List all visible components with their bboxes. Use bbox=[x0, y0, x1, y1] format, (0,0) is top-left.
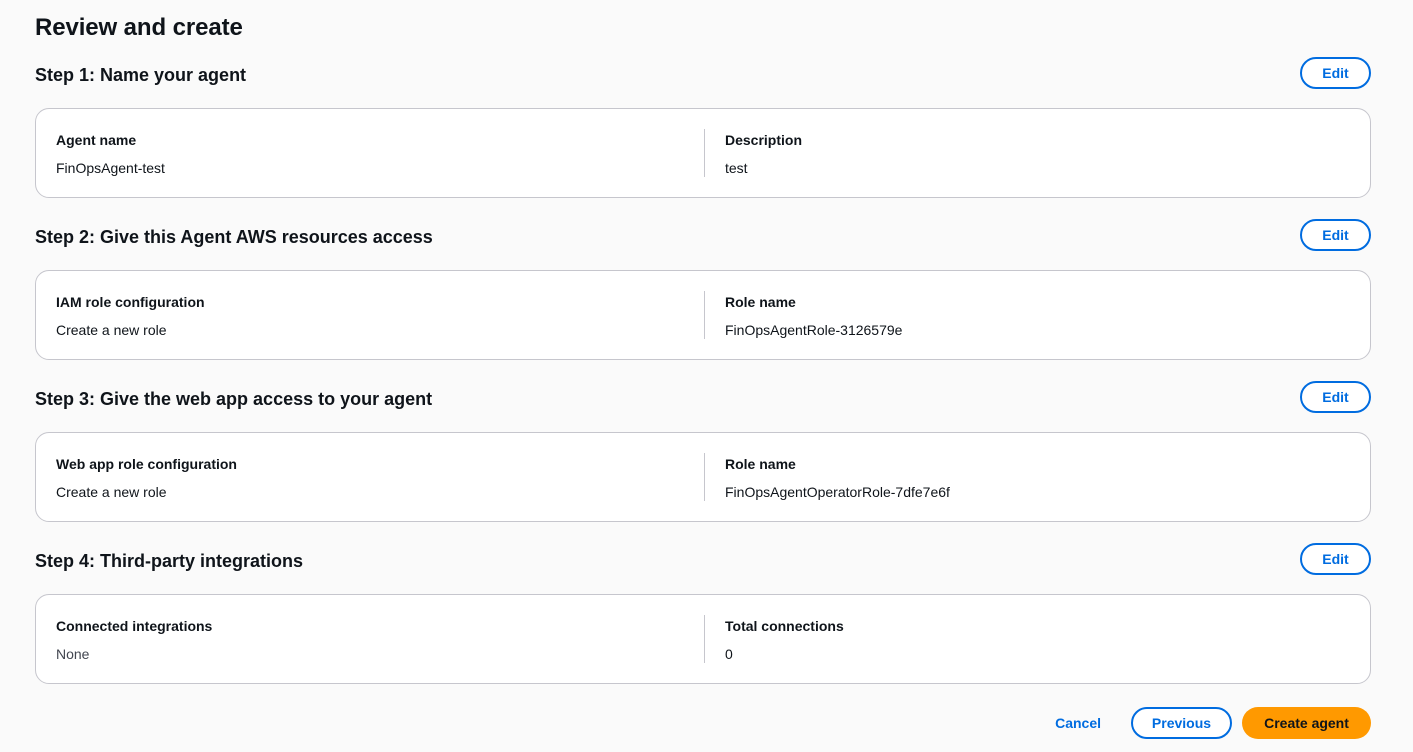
step-1-summary-card: Agent name FinOpsAgent-test Description … bbox=[35, 108, 1371, 198]
step-2-edit-button[interactable]: Edit bbox=[1300, 219, 1371, 251]
cancel-button[interactable]: Cancel bbox=[1035, 707, 1121, 739]
step-4-header: Step 4: Third-party integrations Edit bbox=[35, 543, 1371, 579]
web-app-role-name-value: FinOpsAgentOperatorRole-7dfe7e6f bbox=[725, 484, 950, 500]
iam-role-configuration-value: Create a new role bbox=[56, 322, 167, 338]
connected-integrations-field: Connected integrations None bbox=[56, 615, 212, 663]
create-agent-button[interactable]: Create agent bbox=[1242, 707, 1371, 739]
form-actions: Cancel Previous Create agent bbox=[1035, 707, 1371, 739]
total-connections-field: Total connections 0 bbox=[704, 615, 844, 663]
connected-integrations-value: None bbox=[56, 646, 90, 662]
iam-role-name-label: Role name bbox=[725, 294, 796, 310]
web-app-role-name-field: Role name FinOpsAgentOperatorRole-7dfe7e… bbox=[704, 453, 950, 501]
step-2-section: Step 2: Give this Agent AWS resources ac… bbox=[35, 219, 1371, 360]
connected-integrations-label: Connected integrations bbox=[56, 618, 213, 634]
web-app-role-configuration-value: Create a new role bbox=[56, 484, 167, 500]
step-4-summary-card: Connected integrations None Total connec… bbox=[35, 594, 1371, 684]
step-4-section: Step 4: Third-party integrations Edit Co… bbox=[35, 543, 1371, 684]
description-field: Description test bbox=[704, 129, 802, 177]
agent-name-label: Agent name bbox=[56, 132, 137, 148]
review-and-create-page: Review and create Step 1: Name your agen… bbox=[0, 0, 1413, 752]
step-3-summary-card: Web app role configuration Create a new … bbox=[35, 432, 1371, 522]
web-app-role-name-label: Role name bbox=[725, 456, 796, 472]
web-app-role-configuration-field: Web app role configuration Create a new … bbox=[56, 453, 237, 501]
step-4-edit-button[interactable]: Edit bbox=[1300, 543, 1371, 575]
step-1-title: Step 1: Name your agent bbox=[35, 65, 247, 85]
iam-role-configuration-label: IAM role configuration bbox=[56, 294, 205, 310]
iam-role-configuration-field: IAM role configuration Create a new role bbox=[56, 291, 205, 339]
web-app-role-configuration-label: Web app role configuration bbox=[56, 456, 237, 472]
step-3-header: Step 3: Give the web app access to your … bbox=[35, 381, 1371, 417]
total-connections-label: Total connections bbox=[725, 618, 844, 634]
step-3-title: Step 3: Give the web app access to your … bbox=[35, 389, 433, 409]
step-2-title: Step 2: Give this Agent AWS resources ac… bbox=[35, 227, 433, 247]
iam-role-name-field: Role name FinOpsAgentRole-3126579e bbox=[704, 291, 902, 339]
step-3-edit-button[interactable]: Edit bbox=[1300, 381, 1371, 413]
description-value: test bbox=[725, 160, 748, 176]
step-2-summary-card: IAM role configuration Create a new role… bbox=[35, 270, 1371, 360]
step-1-edit-button[interactable]: Edit bbox=[1300, 57, 1371, 89]
total-connections-value: 0 bbox=[725, 646, 733, 662]
iam-role-name-value: FinOpsAgentRole-3126579e bbox=[725, 322, 903, 338]
step-1-section: Step 1: Name your agent Edit Agent name … bbox=[35, 57, 1371, 198]
step-3-section: Step 3: Give the web app access to your … bbox=[35, 381, 1371, 522]
page-title: Review and create bbox=[35, 14, 243, 41]
previous-button[interactable]: Previous bbox=[1131, 707, 1232, 739]
agent-name-value: FinOpsAgent-test bbox=[56, 160, 165, 176]
step-4-title: Step 4: Third-party integrations bbox=[35, 551, 304, 571]
agent-name-field: Agent name FinOpsAgent-test bbox=[56, 129, 165, 177]
step-2-header: Step 2: Give this Agent AWS resources ac… bbox=[35, 219, 1371, 255]
step-1-header: Step 1: Name your agent Edit bbox=[35, 57, 1371, 93]
description-label: Description bbox=[725, 132, 803, 148]
